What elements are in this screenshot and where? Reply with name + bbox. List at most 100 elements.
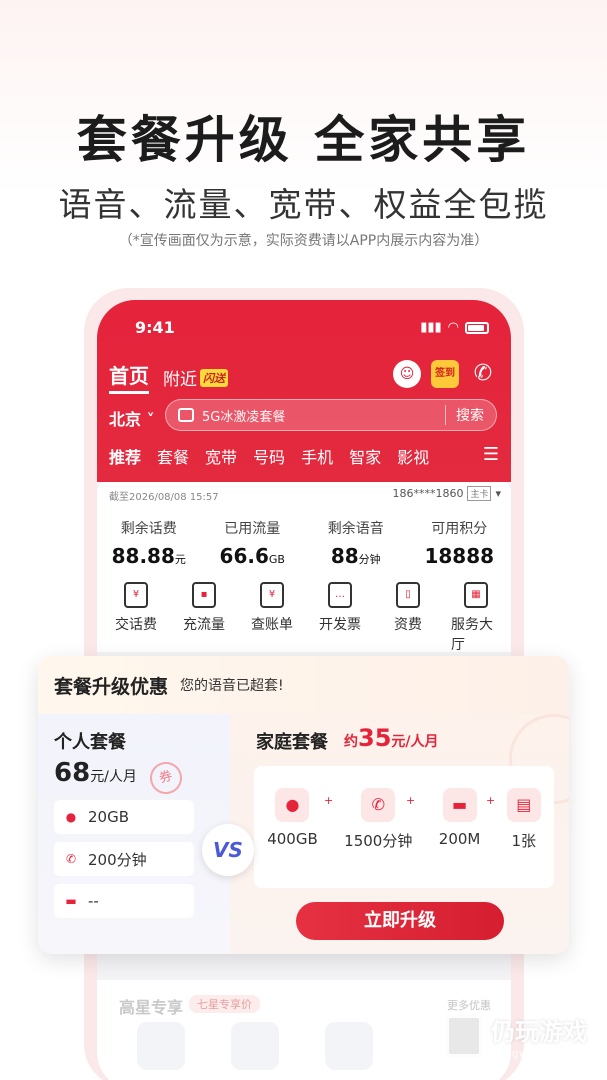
price-value: 35	[358, 724, 392, 752]
offer-subtitle: 您的语音已超套!	[180, 678, 284, 694]
tariff-icon: ▯	[396, 582, 420, 608]
category-tab[interactable]: 推荐	[109, 444, 141, 468]
grid-icon: ▦	[464, 582, 488, 608]
stat-number: 88.88	[111, 544, 175, 568]
personal-plan-title: 个人套餐	[54, 732, 126, 753]
primary-card-tag: 主卡	[467, 486, 492, 501]
category-tab[interactable]: 手机	[301, 444, 333, 468]
stat-number: 88	[330, 544, 359, 568]
category-tab[interactable]: 智家	[349, 444, 381, 468]
promo-disclaimer: （*宣传画面仅为示意，实际资费请以APP内展示内容为准）	[118, 233, 489, 249]
stat-number: 18888	[424, 544, 495, 568]
search-bar[interactable]: 5G冰激凌套餐 搜索	[165, 399, 497, 431]
vs-badge: VS	[202, 824, 254, 876]
more-link[interactable]: 更多优惠	[447, 997, 491, 1013]
stat-data[interactable]: 已用流量 66.6GB	[201, 518, 305, 568]
stat-unit: GB	[268, 553, 285, 566]
signal-icon: ▮▮▮	[420, 320, 442, 335]
status-icons: ▮▮▮ ◠	[420, 320, 489, 335]
category-tab[interactable]: 套餐	[157, 444, 189, 468]
feature-label: 20GB	[88, 808, 130, 826]
service-label: 开发票	[319, 617, 361, 633]
search-button[interactable]: 搜索	[445, 405, 484, 425]
plan-feature-voice: ✆ 200分钟	[54, 842, 194, 876]
phone-call-icon[interactable]: ✆	[469, 360, 497, 388]
tab-nearby[interactable]: 附近 闪送	[163, 365, 228, 394]
watermark-logo-icon	[445, 1014, 483, 1058]
feature-label: 1张	[511, 832, 537, 850]
sim-card-icon: ▤	[506, 788, 541, 822]
service-label: 查账单	[251, 617, 293, 633]
family-plan: 家庭套餐 约35元/人月 ● 400GB ✆ 1500分钟 ▬ 200M ▤ 1张 + …	[230, 714, 569, 954]
flash-badge: 闪送	[200, 368, 228, 387]
service-invoice[interactable]: … 开发票	[315, 582, 365, 654]
router-icon: ▬	[65, 894, 77, 908]
phone-chat-icon: ✆	[361, 788, 396, 822]
service-tariff[interactable]: ▯ 资费	[383, 582, 433, 654]
upgrade-offer-card: 套餐升级优惠 您的语音已超套! 个人套餐 68元/人月 券 ● 20GB ✆ 200…	[38, 656, 569, 954]
plus-icon: +	[324, 794, 334, 807]
product-card[interactable]	[325, 1022, 373, 1070]
family-plan-title: 家庭套餐	[256, 732, 328, 753]
personal-plan-price: 68元/人月	[54, 758, 137, 788]
stat-balance[interactable]: 剩余话费 88.88元	[97, 518, 201, 568]
scan-icon[interactable]	[178, 408, 194, 422]
account-number: 186****1860	[392, 487, 464, 500]
router-icon: ▬	[442, 788, 477, 822]
category-tabs: 推荐 套餐 宽带 号码 手机 智家 影视 ☰	[109, 444, 499, 468]
account-selector[interactable]: 186****1860 主卡 ▾	[392, 486, 501, 501]
section-tag[interactable]: 七星专享价	[189, 995, 260, 1013]
category-tab[interactable]: 宽带	[205, 444, 237, 468]
plan-feature-broadband: ▬ --	[54, 884, 194, 918]
stat-number: 66.6	[219, 544, 269, 568]
stat-label: 可用积分	[431, 521, 488, 537]
family-feature-voice: ✆ 1500分钟	[344, 788, 412, 851]
city-selector[interactable]: 北京 ˅	[109, 406, 155, 430]
feature-label: 200M	[438, 830, 481, 848]
upgrade-now-button[interactable]: 立即升级	[296, 902, 504, 940]
service-topup-data[interactable]: ▪ 充流量	[179, 582, 229, 654]
plan-feature-data: ● 20GB	[54, 800, 194, 834]
category-tab[interactable]: 号码	[253, 444, 285, 468]
price-unit: 元/人月	[391, 734, 439, 750]
stat-unit: 分钟	[358, 553, 381, 566]
assistant-robot-icon[interactable]: ☺	[393, 360, 421, 388]
feature-label: --	[88, 892, 99, 910]
stat-points[interactable]: 可用积分 18888	[408, 518, 512, 568]
service-pay-bill[interactable]: ¥ 交话费	[111, 582, 161, 654]
stat-value: 88分钟	[304, 544, 408, 568]
family-feature-sim: ▤ 1张	[506, 788, 541, 851]
tab-home[interactable]: 首页	[109, 360, 149, 394]
stat-label: 已用流量	[224, 521, 281, 537]
offer-title: 套餐升级优惠	[54, 675, 169, 698]
data-drop-icon: ●	[65, 810, 77, 824]
dropdown-icon: ▾	[495, 487, 501, 500]
account-card: 截至2026/08/08 15:57 186****1860 主卡 ▾ 剩余话费…	[97, 482, 512, 654]
plus-icon: +	[406, 794, 416, 807]
stat-value: 88.88元	[97, 544, 201, 568]
category-tab[interactable]: 影视	[397, 444, 429, 468]
product-card[interactable]	[231, 1022, 279, 1070]
folder-data-icon: ▪	[192, 582, 216, 608]
service-hall[interactable]: ▦ 服务大厅	[451, 582, 501, 654]
bill-icon: ¥	[260, 582, 284, 608]
menu-icon[interactable]: ☰	[483, 444, 499, 468]
service-label: 充流量	[183, 617, 225, 633]
product-card[interactable]	[137, 1022, 185, 1070]
stat-label: 剩余话费	[120, 521, 177, 537]
stat-voice[interactable]: 剩余语音 88分钟	[304, 518, 408, 568]
search-input[interactable]: 5G冰激凌套餐	[202, 406, 445, 425]
personal-plan: 个人套餐 68元/人月 券 ● 20GB ✆ 200分钟 ▬ --	[38, 714, 230, 954]
feature-label: 1500分钟	[344, 832, 413, 850]
service-check-bill[interactable]: ¥ 查账单	[247, 582, 297, 654]
data-drop-icon: ●	[275, 788, 310, 822]
family-plan-price: 约35元/人月	[344, 724, 439, 752]
service-label: 服务大厅	[451, 617, 493, 653]
stat-value: 18888	[408, 544, 512, 568]
sign-in-icon[interactable]: 签到	[431, 360, 459, 388]
price-prefix: 约	[344, 734, 358, 750]
price-unit: 元/人月	[90, 769, 137, 785]
section-title: 高星专享	[119, 998, 184, 1017]
watermark-sub: Rengwan Games	[491, 1047, 584, 1060]
family-features: ● 400GB ✆ 1500分钟 ▬ 200M ▤ 1张 + + +	[254, 766, 554, 888]
